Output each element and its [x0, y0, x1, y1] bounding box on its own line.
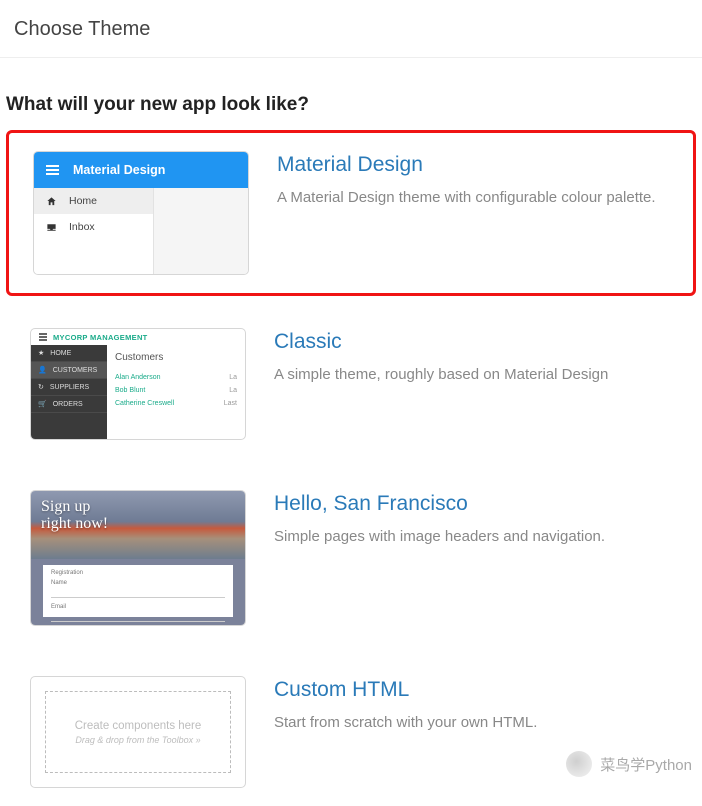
watermark: 菜鸟学Python — [566, 751, 692, 777]
preview-form-area: Registration Name Email — [31, 559, 245, 626]
theme-thumbnail: Sign up right now! Registration Name Ema… — [30, 490, 246, 626]
section-question: What will your new app look like? — [0, 58, 702, 130]
preview-panel-title: Customers — [115, 352, 237, 363]
theme-thumbnail: Material Design Home Inbox — [33, 151, 249, 275]
table-row: Bob BluntLa — [115, 384, 237, 397]
preview-nav-item: 🛒ORDERS — [31, 396, 107, 413]
theme-title: Custom HTML — [274, 678, 672, 702]
theme-description: Start from scratch with your own HTML. — [274, 712, 672, 734]
form-field — [51, 590, 225, 598]
cart-icon: 🛒 — [38, 400, 47, 408]
preview-form: Registration Name Email — [43, 565, 233, 617]
preview-nav-label: Home — [69, 195, 97, 207]
hamburger-icon — [46, 169, 59, 171]
dialog-title: Choose Theme — [14, 18, 150, 40]
form-header: Registration — [51, 570, 225, 576]
preview-sidenav: ★HOME 👤CUSTOMERS ↻SUPPLIERS 🛒ORDERS — [31, 345, 107, 440]
table-row: Alan AndersonLa — [115, 371, 237, 384]
preview-nav-item: ↻SUPPLIERS — [31, 379, 107, 396]
preview-hero-text: Sign up right now! — [41, 499, 108, 533]
theme-title: Classic — [274, 330, 672, 354]
table-row: Catherine CreswellLast — [115, 397, 237, 410]
home-icon — [46, 196, 57, 207]
theme-description: A simple theme, roughly based on Materia… — [274, 364, 672, 386]
theme-description: Simple pages with image headers and navi… — [274, 526, 672, 548]
form-field-label: Name — [51, 580, 225, 586]
preview-hero-image: Sign up right now! — [31, 491, 245, 559]
preview-body: Home Inbox — [34, 188, 248, 274]
preview-nav-item: ★HOME — [31, 345, 107, 362]
preview-nav-label: Inbox — [69, 221, 95, 233]
preview-drop-placeholder: Create components here Drag & drop from … — [45, 691, 231, 773]
preview-brand: MYCORP MANAGEMENT — [53, 333, 148, 342]
watermark-text: 菜鸟学Python — [600, 754, 692, 775]
dialog-header: Choose Theme — [0, 0, 702, 58]
theme-option-classic[interactable]: MYCORP MANAGEMENT ★HOME 👤CUSTOMERS ↻SUPP… — [6, 310, 696, 458]
theme-info: Material Design A Material Design theme … — [277, 151, 669, 275]
preview-sidenav: Home Inbox — [34, 188, 154, 274]
theme-option-custom-html[interactable]: Create components here Drag & drop from … — [6, 658, 696, 806]
wechat-icon — [566, 751, 592, 777]
preview-canvas — [154, 188, 248, 274]
placeholder-line: Create components here — [75, 720, 202, 732]
placeholder-line: Drag & drop from the Toolbox » — [75, 735, 200, 745]
refresh-icon: ↻ — [38, 383, 44, 391]
theme-thumbnail: MYCORP MANAGEMENT ★HOME 👤CUSTOMERS ↻SUPP… — [30, 328, 246, 440]
theme-title: Hello, San Francisco — [274, 492, 672, 516]
theme-option-material[interactable]: Material Design Home Inbox — [6, 130, 696, 296]
preview-nav-item: Inbox — [34, 214, 153, 240]
form-field — [51, 614, 225, 622]
user-icon: 👤 — [38, 366, 47, 374]
star-icon: ★ — [38, 349, 44, 357]
theme-thumbnail: Create components here Drag & drop from … — [30, 676, 246, 788]
theme-description: A Material Design theme with configurabl… — [277, 187, 669, 209]
preview-nav-item: Home — [34, 188, 153, 214]
theme-options: Material Design Home Inbox — [0, 130, 702, 806]
theme-option-hello-sf[interactable]: Sign up right now! Registration Name Ema… — [6, 472, 696, 644]
preview-appbar-title: Material Design — [73, 163, 165, 177]
preview-body: ★HOME 👤CUSTOMERS ↻SUPPLIERS 🛒ORDERS Cust… — [31, 345, 245, 440]
hamburger-icon — [39, 336, 47, 338]
form-field-label: Email — [51, 604, 225, 610]
preview-mainpanel: Customers Alan AndersonLa Bob BluntLa Ca… — [107, 345, 245, 440]
theme-title: Material Design — [277, 153, 669, 177]
preview-topbar: MYCORP MANAGEMENT — [31, 329, 245, 345]
inbox-icon — [46, 222, 57, 233]
theme-info: Hello, San Francisco Simple pages with i… — [274, 490, 672, 626]
preview-appbar: Material Design — [34, 152, 248, 188]
theme-info: Classic A simple theme, roughly based on… — [274, 328, 672, 440]
preview-nav-item: 👤CUSTOMERS — [31, 362, 107, 379]
